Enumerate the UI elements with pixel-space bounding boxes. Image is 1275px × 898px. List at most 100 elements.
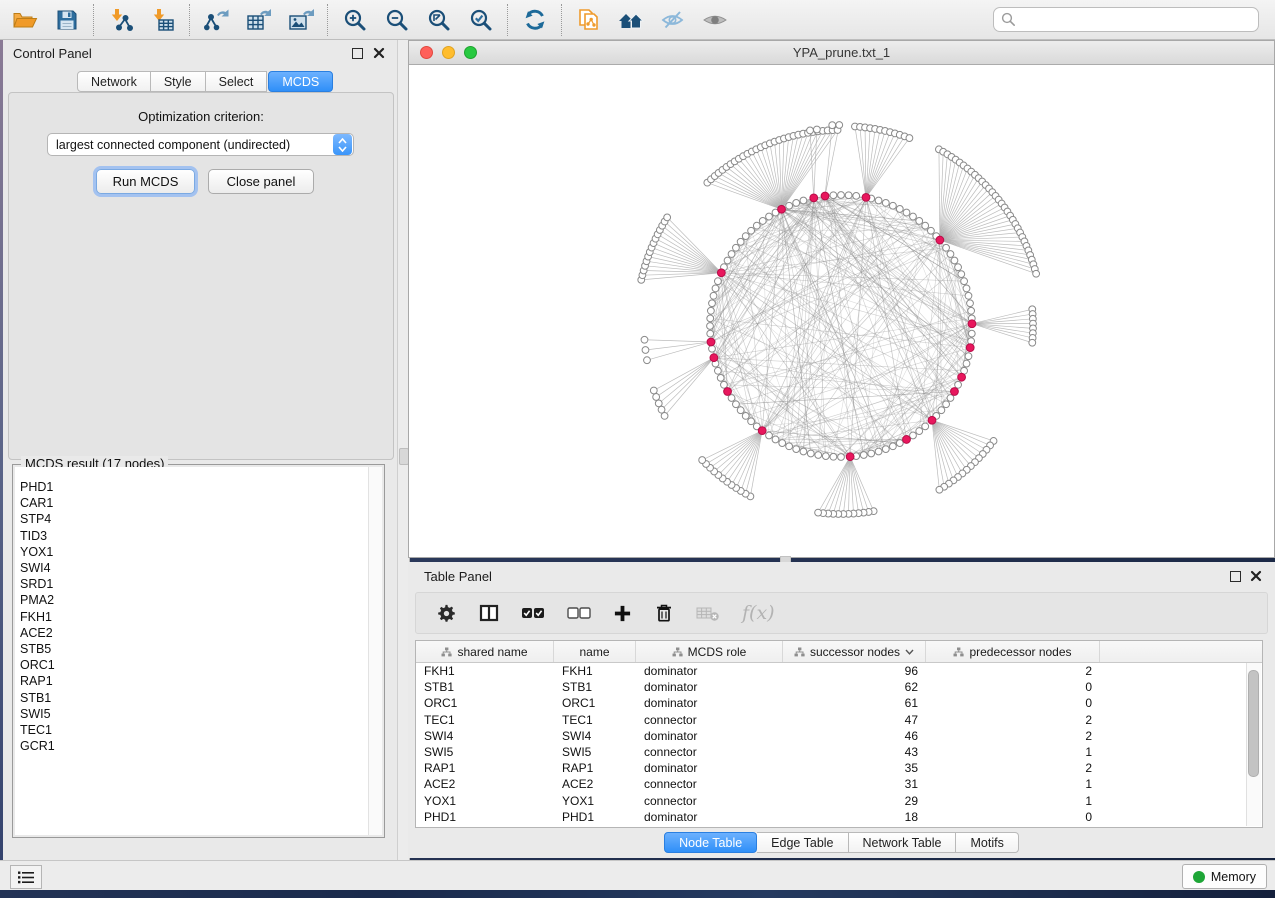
tab-motifs[interactable]: Motifs xyxy=(956,832,1018,853)
network-node[interactable] xyxy=(927,227,934,234)
select-all-button[interactable] xyxy=(521,607,545,619)
network-hub-node[interactable] xyxy=(951,388,959,396)
network-node[interactable] xyxy=(653,394,660,401)
mcds-result-item[interactable]: PHD1 xyxy=(20,479,368,495)
open-session-button[interactable] xyxy=(4,3,46,37)
network-node[interactable] xyxy=(707,323,714,330)
import-network-button[interactable] xyxy=(100,3,142,37)
tab-edge-table[interactable]: Edge Table xyxy=(757,832,848,853)
network-node[interactable] xyxy=(967,300,974,307)
network-search-input[interactable] xyxy=(1021,12,1251,28)
network-node[interactable] xyxy=(699,457,706,464)
network-hub-node[interactable] xyxy=(758,427,766,435)
column-header-successor-nodes[interactable]: successor nodes xyxy=(783,641,926,662)
network-node[interactable] xyxy=(813,126,820,133)
zoom-selected-button[interactable] xyxy=(460,3,502,37)
network-node[interactable] xyxy=(922,423,929,430)
network-hub-node[interactable] xyxy=(707,338,715,346)
network-hub-node[interactable] xyxy=(928,416,936,424)
network-node[interactable] xyxy=(916,218,923,225)
delete-column-button[interactable] xyxy=(654,603,674,623)
table-row[interactable]: YOX1YOX1connector291 xyxy=(416,793,1262,809)
network-node[interactable] xyxy=(916,428,923,435)
table-row[interactable]: SWI4SWI4dominator462 xyxy=(416,728,1262,744)
tab-network[interactable]: Network xyxy=(77,71,151,92)
network-node[interactable] xyxy=(903,209,910,216)
network-node[interactable] xyxy=(766,432,773,439)
column-header-name[interactable]: name xyxy=(554,641,636,662)
network-node[interactable] xyxy=(965,292,972,299)
network-node[interactable] xyxy=(807,450,814,457)
zoom-out-button[interactable] xyxy=(376,3,418,37)
run-mcds-button[interactable]: Run MCDS xyxy=(96,169,195,194)
save-session-button[interactable] xyxy=(46,3,88,37)
mcds-result-item[interactable]: SWI4 xyxy=(20,560,368,576)
network-node[interactable] xyxy=(733,244,740,251)
export-image-button[interactable] xyxy=(280,3,322,37)
table-row[interactable]: ACE2ACE2connector311 xyxy=(416,776,1262,792)
network-node[interactable] xyxy=(710,292,717,299)
function-builder-button[interactable]: f(x) xyxy=(742,602,775,624)
network-node[interactable] xyxy=(896,440,903,447)
network-node[interactable] xyxy=(800,197,807,204)
network-node[interactable] xyxy=(910,213,917,220)
network-node[interactable] xyxy=(868,450,875,457)
network-node[interactable] xyxy=(709,300,716,307)
zoom-in-button[interactable] xyxy=(334,3,376,37)
network-node[interactable] xyxy=(815,452,822,459)
close-panel-icon[interactable] xyxy=(373,47,385,59)
network-node[interactable] xyxy=(644,357,651,364)
network-node[interactable] xyxy=(748,418,755,425)
network-node[interactable] xyxy=(906,135,913,142)
network-node[interactable] xyxy=(943,244,950,251)
table-settings-button[interactable] xyxy=(436,603,457,624)
network-node[interactable] xyxy=(707,307,714,314)
network-node[interactable] xyxy=(737,238,744,245)
column-header-predecessor-nodes[interactable]: predecessor nodes xyxy=(926,641,1100,662)
network-node[interactable] xyxy=(947,251,954,258)
network-node[interactable] xyxy=(875,197,882,204)
node-table[interactable]: shared namenameMCDS rolesuccessor nodesp… xyxy=(415,640,1263,828)
mcds-result-item[interactable]: CAR1 xyxy=(20,495,368,511)
network-node[interactable] xyxy=(836,122,843,129)
network-node[interactable] xyxy=(721,381,728,388)
network-node[interactable] xyxy=(807,127,814,134)
network-node[interactable] xyxy=(712,285,719,292)
network-node[interactable] xyxy=(766,213,773,220)
close-table-panel-icon[interactable] xyxy=(1250,570,1262,582)
network-hub-node[interactable] xyxy=(717,269,725,277)
tab-network-table[interactable]: Network Table xyxy=(849,832,957,853)
network-node[interactable] xyxy=(737,407,744,414)
mcds-result-item[interactable]: ORC1 xyxy=(20,657,368,673)
network-node[interactable] xyxy=(968,307,975,314)
network-hub-node[interactable] xyxy=(846,453,854,461)
mcds-result-list[interactable]: PHD1CAR1STP4TID3YOX1SWI4SRD1PMA2FKH1ACE2… xyxy=(15,467,368,835)
mcds-result-item[interactable]: STB1 xyxy=(20,690,368,706)
network-node[interactable] xyxy=(955,381,962,388)
network-node[interactable] xyxy=(961,278,968,285)
network-node[interactable] xyxy=(815,509,822,516)
network-hub-node[interactable] xyxy=(936,236,944,244)
table-row[interactable]: RAP1RAP1dominator352 xyxy=(416,760,1262,776)
network-node[interactable] xyxy=(822,453,829,460)
export-table-button[interactable] xyxy=(238,3,280,37)
network-node[interactable] xyxy=(882,200,889,207)
network-node[interactable] xyxy=(943,401,950,408)
network-hub-node[interactable] xyxy=(710,354,718,362)
network-node[interactable] xyxy=(829,122,836,129)
clone-network-button[interactable] xyxy=(568,3,610,37)
network-node[interactable] xyxy=(875,448,882,455)
network-node[interactable] xyxy=(786,202,793,209)
network-node[interactable] xyxy=(724,257,731,264)
network-node[interactable] xyxy=(715,278,722,285)
column-header-MCDS-role[interactable]: MCDS role xyxy=(636,641,783,662)
mcds-result-item[interactable]: GCR1 xyxy=(20,738,368,754)
network-node[interactable] xyxy=(728,395,735,402)
refresh-view-button[interactable] xyxy=(514,3,556,37)
network-node[interactable] xyxy=(838,192,845,199)
import-table-button[interactable] xyxy=(142,3,184,37)
mcds-result-item[interactable]: YOX1 xyxy=(20,544,368,560)
mcds-result-item[interactable]: RAP1 xyxy=(20,673,368,689)
mcds-result-item[interactable]: FKH1 xyxy=(20,609,368,625)
network-node[interactable] xyxy=(748,227,755,234)
